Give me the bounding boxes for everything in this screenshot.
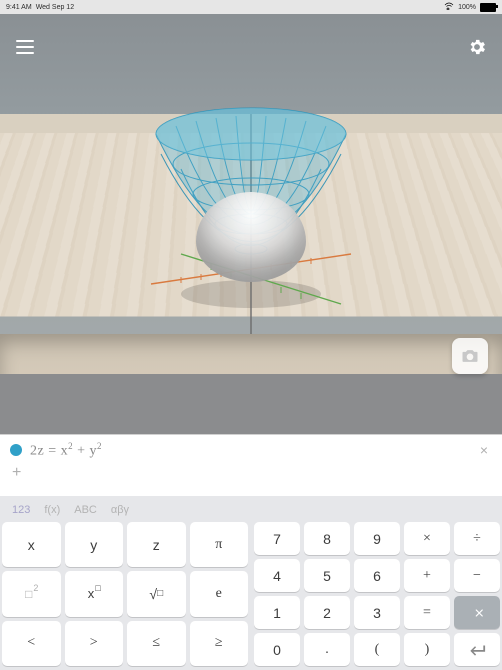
key-sqrt[interactable]: √□ (127, 571, 186, 616)
key-1[interactable]: 1 (254, 596, 300, 629)
key-enter[interactable] (454, 633, 500, 666)
key-[interactable]: ≥ (190, 621, 249, 666)
key-7[interactable]: 7 (254, 522, 300, 555)
key-[interactable]: π (190, 522, 249, 567)
key-[interactable]: − (454, 559, 500, 592)
camera-button[interactable] (452, 338, 488, 374)
key-0[interactable]: 0 (254, 633, 300, 666)
equation-input-area: 2z = x2 + y2 × + (0, 434, 502, 497)
key-8[interactable]: 8 (304, 522, 350, 555)
math-keyboard: 123 f(x) ABC αβγ xyzπ □2x□√□e <>≤≥ 789×÷ 45… (0, 496, 502, 670)
key-3[interactable]: 3 (354, 596, 400, 629)
menu-button[interactable] (14, 36, 36, 58)
key-9[interactable]: 9 (354, 522, 400, 555)
key-[interactable]: × (404, 522, 450, 555)
key-[interactable]: ≤ (127, 621, 186, 666)
app-screen: 9:41 AM Wed Sep 12 100% (0, 0, 502, 670)
keyboard-tab-123[interactable]: 123 (8, 502, 34, 518)
keyboard-left-pad: xyzπ □2x□√□e <>≤≥ (2, 522, 248, 666)
keyboard-body: xyzπ □2x□√□e <>≤≥ 789×÷ 456+− 123= 0.() (0, 522, 502, 670)
equation-color-dot[interactable] (10, 444, 22, 456)
key-power[interactable]: x□ (65, 571, 124, 616)
keyboard-tab-fx[interactable]: f(x) (40, 502, 64, 518)
wifi-icon (444, 2, 454, 12)
settings-button[interactable] (466, 36, 488, 58)
key-[interactable]: ÷ (454, 522, 500, 555)
key-[interactable]: ( (354, 633, 400, 666)
key-5[interactable]: 5 (304, 559, 350, 592)
keyboard-tab-abc[interactable]: ABC (70, 502, 101, 518)
status-time: 9:41 AM (6, 4, 32, 11)
key-[interactable]: ) (404, 633, 450, 666)
key-[interactable]: < (2, 621, 61, 666)
paraboloid-graph[interactable] (121, 74, 381, 334)
battery-text: 100% (458, 4, 476, 11)
key-4[interactable]: 4 (254, 559, 300, 592)
key-x[interactable]: x (2, 522, 61, 567)
equation-close-button[interactable]: × (476, 442, 492, 458)
key-[interactable]: . (304, 633, 350, 666)
key-z[interactable]: z (127, 522, 186, 567)
ar-3d-view[interactable] (0, 14, 502, 434)
battery-icon (480, 3, 496, 12)
status-date: Wed Sep 12 (36, 4, 74, 11)
equation-row[interactable]: 2z = x2 + y2 × (0, 435, 502, 462)
key-square[interactable]: □2 (2, 571, 61, 616)
add-equation-button[interactable]: + (0, 462, 502, 486)
key-[interactable]: > (65, 621, 124, 666)
key-6[interactable]: 6 (354, 559, 400, 592)
keyboard-tab-greek[interactable]: αβγ (107, 502, 133, 518)
key-backspace[interactable] (454, 596, 500, 629)
view-toolbar (0, 36, 502, 58)
key-e[interactable]: e (190, 571, 249, 616)
key-2[interactable]: 2 (304, 596, 350, 629)
keyboard-tabs: 123 f(x) ABC αβγ (0, 496, 502, 522)
keyboard-right-pad: 789×÷ 456+− 123= 0.() (254, 522, 500, 666)
status-bar: 9:41 AM Wed Sep 12 100% (0, 0, 502, 14)
equation-text[interactable]: 2z = x2 + y2 (30, 441, 468, 460)
key-[interactable]: + (404, 559, 450, 592)
key-[interactable]: = (404, 596, 450, 629)
bowl-object (196, 192, 306, 282)
floor (0, 374, 502, 434)
key-y[interactable]: y (65, 522, 124, 567)
